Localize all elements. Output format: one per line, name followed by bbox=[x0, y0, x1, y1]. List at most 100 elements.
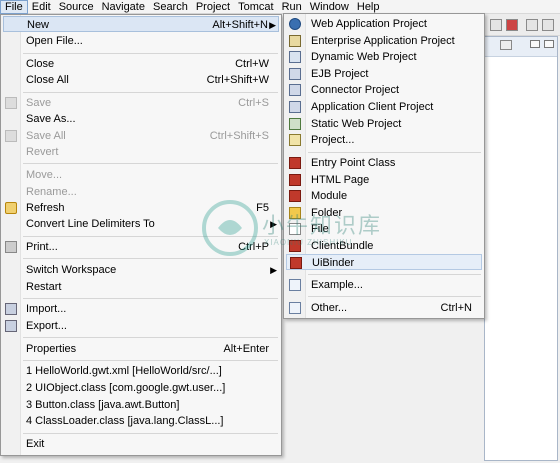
submenu-item-project[interactable]: Project... bbox=[286, 132, 482, 148]
submenu-item-other[interactable]: Other... Ctrl+N bbox=[286, 300, 482, 316]
menu-item-label: Restart bbox=[26, 281, 62, 293]
submenu-item-uibinder[interactable]: UiBinder bbox=[286, 254, 482, 270]
app-client-project-icon bbox=[289, 101, 301, 113]
shortcut-label: Ctrl+N bbox=[440, 302, 472, 314]
separator bbox=[23, 92, 278, 93]
toolbar-icon[interactable] bbox=[506, 19, 518, 31]
menu-edit[interactable]: Edit bbox=[28, 0, 55, 14]
separator bbox=[23, 360, 278, 361]
menu-item-save[interactable]: Save Ctrl+S bbox=[3, 95, 279, 111]
menu-item-label: Other... bbox=[311, 302, 348, 314]
recent-file-label: 4 ClassLoader.class [java.lang.ClassL...… bbox=[26, 415, 224, 427]
print-icon bbox=[5, 241, 17, 253]
submenu-item-file[interactable]: File bbox=[286, 221, 482, 237]
menu-item-save-all[interactable]: Save All Ctrl+Shift+S bbox=[3, 128, 279, 144]
submenu-item-clientbundle[interactable]: ClientBundle bbox=[286, 238, 482, 254]
shortcut-label: Ctrl+Shift+S bbox=[209, 130, 269, 142]
recent-file-1[interactable]: 1 HelloWorld.gwt.xml [HelloWorld/src/...… bbox=[3, 363, 279, 379]
ejb-project-icon bbox=[289, 68, 301, 80]
submenu-item-application-client-project[interactable]: Application Client Project bbox=[286, 99, 482, 115]
menu-item-close-all[interactable]: Close All Ctrl+Shift+W bbox=[3, 72, 279, 88]
recent-file-4[interactable]: 4 ClassLoader.class [java.lang.ClassL...… bbox=[3, 413, 279, 429]
menu-item-label: Application Client Project bbox=[311, 101, 434, 113]
submenu-item-connector-project[interactable]: Connector Project bbox=[286, 82, 482, 98]
gwt-module-icon bbox=[289, 190, 301, 202]
menu-help[interactable]: Help bbox=[353, 0, 384, 14]
menu-item-print[interactable]: Print... Ctrl+P bbox=[3, 239, 279, 255]
menu-item-revert[interactable]: Revert bbox=[3, 144, 279, 160]
toolbar-icon[interactable] bbox=[542, 19, 554, 31]
menu-item-open-file[interactable]: Open File... bbox=[3, 33, 279, 49]
submenu-arrow-icon: ▶ bbox=[270, 265, 277, 275]
recent-file-3[interactable]: 3 Button.class [java.awt.Button] bbox=[3, 397, 279, 413]
menu-navigate[interactable]: Navigate bbox=[98, 0, 149, 14]
menu-item-label: Convert Line Delimiters To bbox=[26, 218, 155, 230]
menu-item-switch-workspace[interactable]: Switch Workspace ▶ bbox=[3, 262, 279, 278]
menu-item-new[interactable]: New Alt+Shift+N ▶ bbox=[3, 16, 279, 32]
menu-item-label: Close bbox=[26, 58, 55, 70]
menu-item-label: Folder bbox=[311, 207, 343, 219]
menu-item-label: EJB Project bbox=[311, 68, 369, 80]
main-toolbar bbox=[484, 14, 560, 36]
menu-item-label: Import... bbox=[26, 303, 67, 315]
menu-item-label: Web Application Project bbox=[311, 18, 427, 30]
connector-project-icon bbox=[289, 84, 301, 96]
menu-file[interactable]: File bbox=[0, 0, 28, 14]
menu-item-properties[interactable]: Properties Alt+Enter bbox=[3, 341, 279, 357]
menu-item-restart[interactable]: Restart bbox=[3, 279, 279, 295]
recent-file-2[interactable]: 2 UIObject.class [com.google.gwt.user...… bbox=[3, 380, 279, 396]
menu-item-label: Exit bbox=[26, 438, 45, 450]
menu-item-label: Export... bbox=[26, 320, 67, 332]
submenu-item-module[interactable]: Module bbox=[286, 188, 482, 204]
menu-window[interactable]: Window bbox=[306, 0, 353, 14]
other-wizard-icon bbox=[289, 302, 301, 314]
menu-source[interactable]: Source bbox=[55, 0, 98, 14]
submenu-item-folder[interactable]: Folder bbox=[286, 205, 482, 221]
menu-item-label: New bbox=[27, 19, 50, 31]
folder-icon bbox=[289, 207, 301, 219]
toolbar-icon[interactable] bbox=[526, 19, 538, 31]
menu-item-exit[interactable]: Exit bbox=[3, 436, 279, 452]
menu-item-label: Revert bbox=[26, 146, 59, 158]
menu-item-label: UiBinder bbox=[312, 257, 355, 269]
submenu-item-example[interactable]: Example... bbox=[286, 277, 482, 293]
menu-tomcat[interactable]: Tomcat bbox=[234, 0, 277, 14]
maximize-icon[interactable] bbox=[544, 40, 554, 48]
submenu-item-ejb-project[interactable]: EJB Project bbox=[286, 66, 482, 82]
project-icon bbox=[289, 134, 301, 146]
separator bbox=[23, 433, 278, 434]
shortcut-label: Ctrl+P bbox=[238, 241, 269, 253]
menu-item-label: Save All bbox=[26, 130, 66, 142]
separator bbox=[308, 274, 481, 275]
separator bbox=[308, 152, 481, 153]
toolbar-icon[interactable] bbox=[490, 19, 502, 31]
side-panel bbox=[484, 36, 558, 461]
menu-item-move[interactable]: Move... bbox=[3, 167, 279, 183]
shortcut-label: Ctrl+Shift+W bbox=[206, 74, 269, 86]
gwt-entry-point-icon bbox=[289, 157, 301, 169]
menu-item-save-as[interactable]: Save As... bbox=[3, 111, 279, 127]
submenu-item-dynamic-web-project[interactable]: Dynamic Web Project bbox=[286, 49, 482, 65]
submenu-item-html-page[interactable]: HTML Page bbox=[286, 172, 482, 188]
menu-item-label: Switch Workspace bbox=[26, 264, 117, 276]
menu-search[interactable]: Search bbox=[149, 0, 192, 14]
submenu-item-enterprise-application-project[interactable]: Enterprise Application Project bbox=[286, 33, 482, 49]
menu-item-label: Dynamic Web Project bbox=[311, 51, 417, 63]
menu-item-rename[interactable]: Rename... bbox=[3, 184, 279, 200]
menu-run[interactable]: Run bbox=[278, 0, 306, 14]
separator bbox=[23, 337, 278, 338]
minimize-icon[interactable] bbox=[530, 40, 540, 48]
shortcut-label: F5 bbox=[256, 202, 269, 214]
menu-item-export[interactable]: Export... bbox=[3, 318, 279, 334]
menu-item-label: Move... bbox=[26, 169, 63, 181]
menu-item-import[interactable]: Import... bbox=[3, 301, 279, 317]
menu-item-close[interactable]: Close Ctrl+W bbox=[3, 56, 279, 72]
menu-project[interactable]: Project bbox=[192, 0, 234, 14]
submenu-item-web-application-project[interactable]: Web Application Project bbox=[286, 16, 482, 32]
menu-item-refresh[interactable]: Refresh F5 bbox=[3, 200, 279, 216]
submenu-item-static-web-project[interactable]: Static Web Project bbox=[286, 116, 482, 132]
menu-item-convert-line-delimiters[interactable]: Convert Line Delimiters To ▶ bbox=[3, 216, 279, 232]
panel-icon[interactable] bbox=[500, 40, 512, 50]
menu-item-label: Project... bbox=[311, 134, 355, 146]
submenu-item-entry-point-class[interactable]: Entry Point Class bbox=[286, 155, 482, 171]
